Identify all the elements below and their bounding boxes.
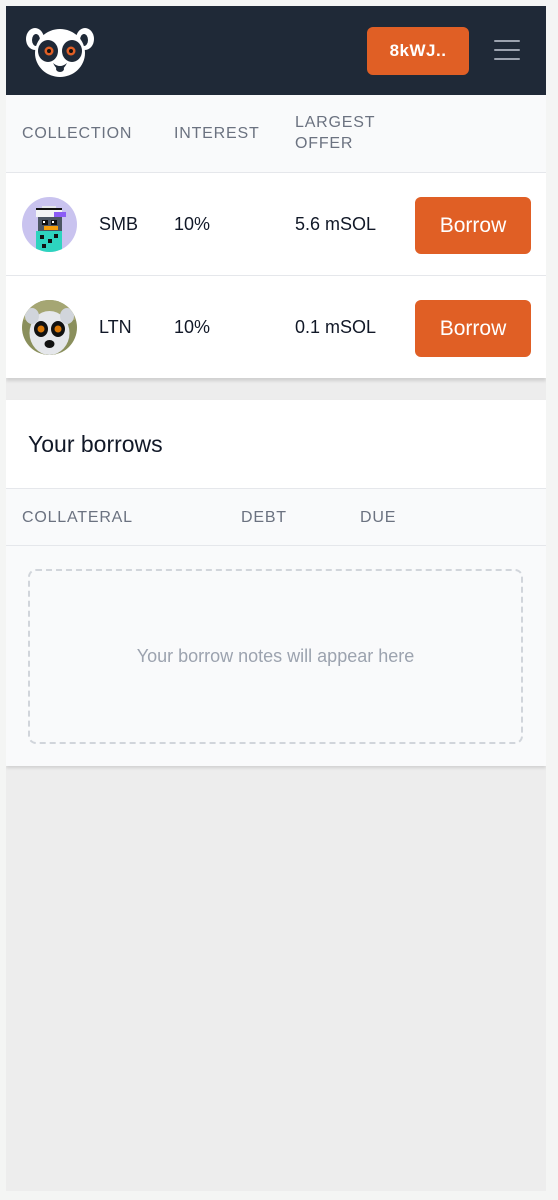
largest-offer-value: 5.6 mSOL	[295, 214, 377, 234]
interest-value: 10%	[174, 214, 211, 234]
collateral-header: COLLATERAL	[22, 509, 133, 526]
top-navbar: 8kWJ..	[6, 6, 546, 95]
borrow-button[interactable]: Borrow	[415, 197, 531, 254]
empty-state-message: Your borrow notes will appear here	[28, 569, 523, 744]
app-frame: 8kWJ.. COLLECTION INTEREST LARGEST OFFER	[6, 6, 546, 1191]
borrows-table-header: COLLATERAL DEBT DUE	[6, 489, 546, 546]
interest-value: 10%	[174, 317, 211, 337]
collection-header: COLLECTION	[22, 125, 133, 142]
table-row: SMB 10% 5.6 mSOL Borrow	[6, 173, 546, 276]
collection-name: LTN	[99, 317, 132, 337]
borrows-empty-area: Your borrow notes will appear here	[6, 546, 546, 766]
largest-offer-value: 0.1 mSOL	[295, 317, 377, 337]
hamburger-menu-icon[interactable]	[494, 40, 520, 62]
borrows-title: Your borrows	[6, 400, 546, 489]
table-row: LTN 10% 0.1 mSOL Borrow	[6, 276, 546, 378]
debt-header: DEBT	[241, 509, 287, 526]
lemur-logo-icon[interactable]	[26, 25, 94, 79]
wallet-button[interactable]: 8kWJ..	[367, 27, 469, 75]
borrows-section: Your borrows COLLATERAL DEBT DUE Your bo…	[6, 400, 546, 766]
largest-offer-header: LARGEST OFFER	[295, 114, 376, 152]
offers-table: COLLECTION INTEREST LARGEST OFFER SMB 10…	[6, 95, 546, 378]
offers-table-header: COLLECTION INTEREST LARGEST OFFER	[6, 95, 546, 173]
smb-avatar	[22, 197, 77, 252]
borrow-button[interactable]: Borrow	[415, 300, 531, 357]
due-header: DUE	[360, 509, 397, 526]
interest-header: INTEREST	[174, 125, 260, 142]
ltn-avatar	[22, 300, 77, 355]
collection-name: SMB	[99, 214, 139, 234]
